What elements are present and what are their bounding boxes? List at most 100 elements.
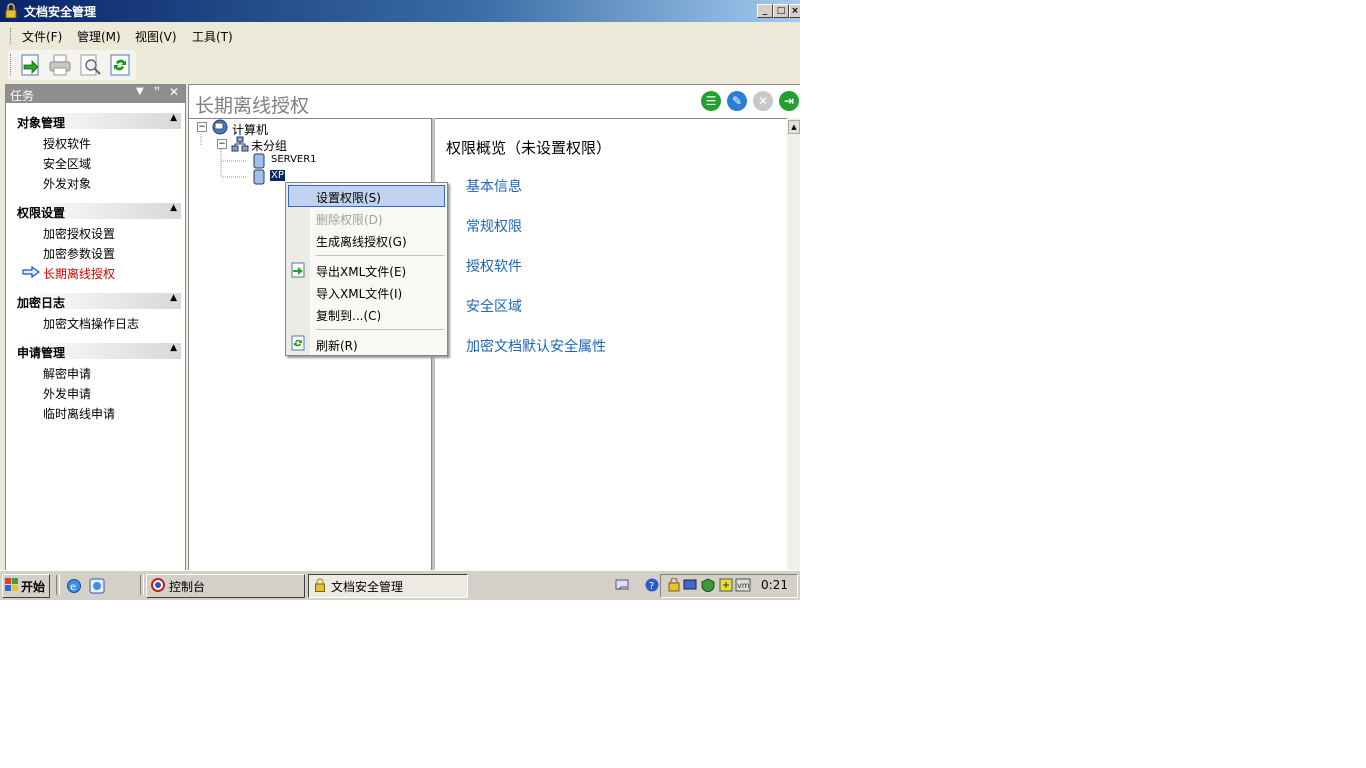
- link-default-security-attributes[interactable]: 加密文档默认安全属性: [466, 336, 606, 356]
- refresh-icon[interactable]: [108, 53, 132, 77]
- section-title: 对象管理: [17, 116, 66, 130]
- taskbar: 开始 e 控制台 文档安全管理 ? vm 0:21: [0, 570, 800, 600]
- collapse-icon[interactable]: ▲: [170, 343, 177, 353]
- maximize-button[interactable]: □: [773, 4, 789, 18]
- list-icon[interactable]: ☰: [701, 91, 721, 111]
- server-icon: [253, 169, 265, 185]
- delete-icon[interactable]: ✕: [753, 91, 773, 111]
- taskbar-divider: [56, 575, 60, 595]
- overview-title: 权限概览（未设置权限）: [446, 139, 612, 157]
- task-item-temp-offline-request[interactable]: 临时离线申请: [43, 405, 115, 422]
- pin-icon[interactable]: ꟸ: [154, 86, 160, 97]
- start-button[interactable]: 开始: [2, 574, 50, 598]
- close-pane-icon[interactable]: ✕: [169, 85, 179, 99]
- tree-node-xp[interactable]: XP: [270, 170, 285, 181]
- menu-bar: 文件(F) 管理(M) 视图(V) 工具(T): [0, 25, 800, 47]
- export-xml-icon: [291, 262, 305, 278]
- menu-item-generate-offline-auth[interactable]: 生成离线授权(G): [316, 233, 407, 250]
- console-icon: [151, 578, 165, 592]
- network-group-icon: [231, 136, 249, 152]
- menu-item-refresh[interactable]: 刷新(R): [316, 337, 358, 354]
- svg-text:e: e: [70, 582, 76, 593]
- section-request-management[interactable]: 申请管理 ▲: [15, 343, 181, 360]
- clock: 0:21: [761, 578, 788, 592]
- exit-icon[interactable]: ⇥: [779, 91, 799, 111]
- task-document-security-label: 文档安全管理: [331, 580, 404, 594]
- overview-pane: 权限概览（未设置权限） 基本信息 常规权限 授权软件 安全区域 加密文档默认安全…: [435, 118, 787, 571]
- computer-icon: [212, 119, 228, 135]
- section-permission-settings[interactable]: 权限设置 ▲: [15, 203, 181, 220]
- collapse-icon[interactable]: ▲: [170, 113, 177, 123]
- task-item-encryption-auth[interactable]: 加密授权设置: [43, 225, 115, 242]
- dropdown-icon[interactable]: ▼: [136, 86, 144, 97]
- menu-item-import-xml[interactable]: 导入XML文件(I): [316, 285, 402, 302]
- link-basic-info[interactable]: 基本信息: [466, 176, 522, 196]
- close-button[interactable]: ×: [789, 4, 800, 18]
- task-console-label: 控制台: [169, 580, 206, 594]
- task-pane-title: 任务: [10, 89, 35, 103]
- section-title: 加密日志: [17, 296, 66, 310]
- menu-item-export-xml[interactable]: 导出XML文件(E): [316, 263, 406, 280]
- refresh-icon: [291, 335, 305, 351]
- task-item-outgoing-request[interactable]: 外发申请: [43, 385, 91, 402]
- lock-icon: [315, 578, 325, 592]
- print-icon[interactable]: [48, 53, 72, 77]
- preview-icon[interactable]: [78, 53, 102, 77]
- shield-tray-icon[interactable]: [701, 578, 715, 592]
- menu-separator: [316, 329, 444, 330]
- task-console[interactable]: 控制台: [146, 574, 305, 598]
- start-label: 开始: [21, 580, 46, 594]
- menu-item-copy-to[interactable]: 复制到...(C): [316, 307, 381, 324]
- task-item-decrypt-request[interactable]: 解密申请: [43, 365, 91, 382]
- menu-manage[interactable]: 管理(M): [77, 28, 121, 45]
- tree-node-ungrouped[interactable]: 未分组: [251, 137, 287, 154]
- security-tray-icon[interactable]: [667, 578, 681, 592]
- menu-view[interactable]: 视图(V): [135, 28, 177, 45]
- task-item-outgoing-object[interactable]: 外发对象: [43, 175, 91, 192]
- scroll-up-icon[interactable]: ▲: [788, 120, 800, 134]
- menu-item-delete-permission: 删除权限(D): [316, 213, 383, 227]
- link-security-zone[interactable]: 安全区域: [466, 296, 522, 316]
- content-header: 长期离线授权 ☰ ✎ ✕ ⇥: [188, 84, 800, 119]
- explorer-icon[interactable]: [89, 578, 105, 594]
- toolbar: [8, 50, 136, 80]
- task-document-security[interactable]: 文档安全管理: [308, 574, 468, 598]
- export-icon[interactable]: [18, 53, 42, 77]
- task-item-encryption-params[interactable]: 加密参数设置: [43, 245, 115, 262]
- section-encryption-log[interactable]: 加密日志 ▲: [15, 293, 181, 310]
- section-title: 申请管理: [17, 346, 66, 360]
- collapse-root-icon[interactable]: −: [197, 122, 207, 132]
- link-authorized-software[interactable]: 授权软件: [466, 256, 522, 276]
- minimize-button[interactable]: _: [757, 4, 773, 18]
- vertical-scrollbar[interactable]: ▲: [787, 118, 800, 570]
- section-object-management[interactable]: 对象管理 ▲: [15, 113, 181, 130]
- network-tray-icon[interactable]: [614, 577, 632, 593]
- main-window: 文档安全管理 _ □ × 文件(F) 管理(M) 视图(V) 工具(T) 任务 …: [0, 0, 800, 600]
- collapse-group-icon[interactable]: −: [217, 139, 227, 149]
- menu-file[interactable]: 文件(F): [22, 28, 62, 45]
- toolbar-grip: [10, 54, 14, 76]
- task-pane-header: 任务 ▼ ꟸ ✕: [6, 85, 185, 103]
- link-general-permissions[interactable]: 常规权限: [466, 216, 522, 236]
- title-bar[interactable]: 文档安全管理 _ □ ×: [0, 0, 800, 22]
- internet-explorer-icon[interactable]: e: [66, 578, 82, 594]
- menu-item-set-permission[interactable]: 设置权限(S): [316, 189, 381, 206]
- task-item-encrypted-doc-log[interactable]: 加密文档操作日志: [43, 315, 139, 332]
- task-item-security-zone[interactable]: 安全区域: [43, 155, 91, 172]
- menu-tools[interactable]: 工具(T): [192, 28, 233, 45]
- server-icon: [253, 153, 265, 169]
- monitor-tray-icon[interactable]: [683, 578, 697, 592]
- task-item-long-offline-auth[interactable]: 长期离线授权: [43, 265, 115, 282]
- agent-tray-icon[interactable]: [719, 578, 733, 592]
- task-pane: 任务 ▼ ꟸ ✕ 对象管理 ▲ 授权软件 安全区域 外发对象 权限设置 ▲ 加密…: [5, 84, 186, 572]
- tree-node-server1[interactable]: SERVER1: [271, 154, 317, 165]
- help-icon[interactable]: ?: [645, 578, 659, 592]
- edit-icon[interactable]: ✎: [727, 91, 747, 111]
- menubar-grip: [10, 28, 14, 44]
- collapse-icon[interactable]: ▲: [170, 203, 177, 213]
- page-title: 长期离线授权: [195, 95, 310, 117]
- collapse-icon[interactable]: ▲: [170, 293, 177, 303]
- task-item-authorized-software[interactable]: 授权软件: [43, 135, 91, 152]
- vmware-tray-icon[interactable]: vm: [735, 578, 751, 592]
- window-title: 文档安全管理: [24, 5, 97, 19]
